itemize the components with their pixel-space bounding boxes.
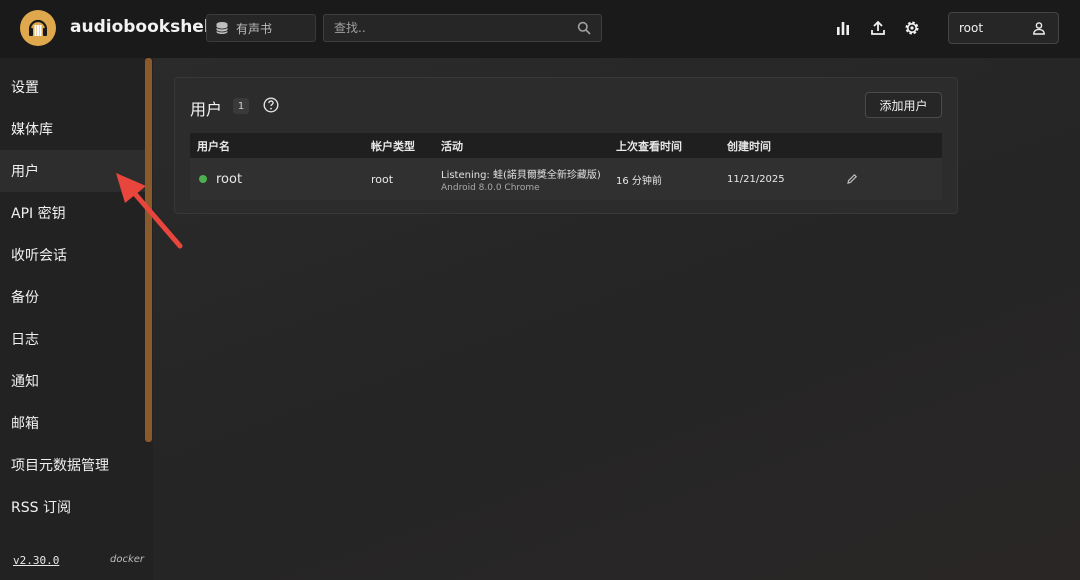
sidebar: 设置 媒体库 用户 API 密钥 收听会话 备份 日志 通知 邮箱 项目元数据管… bbox=[0, 58, 153, 580]
column-header-account-type[interactable]: 帐户类型 bbox=[371, 133, 415, 158]
column-header-created[interactable]: 创建时间 bbox=[727, 133, 771, 158]
last-seen: 16 分钟前 bbox=[616, 175, 662, 187]
account-type: root bbox=[371, 172, 394, 186]
username-cell: root bbox=[199, 158, 242, 200]
help-icon[interactable] bbox=[263, 97, 279, 113]
user-icon bbox=[1033, 22, 1045, 35]
page-title: 用户 bbox=[190, 100, 223, 119]
user-count-badge: 1 bbox=[233, 98, 249, 114]
sidebar-item-backups[interactable]: 备份 bbox=[0, 276, 145, 318]
library-select[interactable]: 有声书 bbox=[206, 14, 316, 42]
edit-pencil-icon[interactable] bbox=[846, 158, 858, 200]
users-table-header: 用户名 帐户类型 活动 上次查看时间 创建时间 bbox=[190, 133, 942, 158]
users-panel: 用户 1 添加用户 用户名 帐户类型 活动 上次查看时间 创建时间 root r… bbox=[174, 77, 958, 214]
stats-icon[interactable] bbox=[833, 18, 853, 38]
version-link[interactable]: v2.30.0 bbox=[13, 554, 59, 567]
sidebar-scrollbar[interactable] bbox=[145, 58, 152, 442]
sidebar-item-email[interactable]: 邮箱 bbox=[0, 402, 145, 444]
online-status-dot bbox=[199, 175, 207, 183]
column-header-username[interactable]: 用户名 bbox=[197, 133, 230, 158]
username: root bbox=[216, 171, 243, 187]
sidebar-item-listening-sessions[interactable]: 收听会话 bbox=[0, 234, 145, 276]
sidebar-item-settings[interactable]: 设置 bbox=[0, 66, 145, 108]
user-name: root bbox=[959, 21, 984, 35]
search-icon[interactable] bbox=[577, 21, 591, 35]
table-row[interactable]: root root Listening: 蛙(諾貝爾獎全新珍藏版) Androi… bbox=[190, 158, 942, 200]
sidebar-item-api-keys[interactable]: API 密钥 bbox=[0, 192, 145, 234]
activity-cell: Listening: 蛙(諾貝爾獎全新珍藏版) Android 8.0.0 Ch… bbox=[441, 158, 601, 200]
database-icon bbox=[216, 22, 228, 34]
activity-title: Listening: 蛙(諾貝爾獎全新珍藏版) bbox=[441, 169, 601, 181]
headphones-book-icon bbox=[28, 19, 48, 36]
column-header-last-seen[interactable]: 上次查看时间 bbox=[616, 133, 682, 158]
activity-device: Android 8.0.0 Chrome bbox=[441, 182, 540, 193]
sidebar-item-logs[interactable]: 日志 bbox=[0, 318, 145, 360]
settings-gear-icon[interactable] bbox=[902, 18, 922, 38]
upload-icon[interactable] bbox=[868, 18, 888, 38]
app-title[interactable]: audiobookshelf bbox=[70, 17, 217, 37]
user-menu-button[interactable]: root bbox=[948, 12, 1059, 44]
column-header-activity[interactable]: 活动 bbox=[441, 133, 463, 158]
app-logo[interactable] bbox=[20, 10, 56, 46]
library-select-label: 有声书 bbox=[236, 21, 273, 36]
created-date: 11/21/2025 bbox=[727, 173, 785, 185]
search-input[interactable] bbox=[334, 21, 577, 35]
sidebar-item-users[interactable]: 用户 bbox=[0, 150, 145, 192]
platform-label: docker bbox=[110, 554, 145, 565]
sidebar-item-libraries[interactable]: 媒体库 bbox=[0, 108, 145, 150]
sidebar-item-item-metadata[interactable]: 项目元数据管理 bbox=[0, 444, 145, 486]
search-box[interactable] bbox=[323, 14, 602, 42]
top-bar: audiobookshelf 有声书 查找.. root bbox=[0, 0, 1080, 58]
main-content: 用户 1 添加用户 用户名 帐户类型 活动 上次查看时间 创建时间 root r… bbox=[153, 58, 1080, 580]
sidebar-item-rss-feeds[interactable]: RSS 订阅 bbox=[0, 486, 145, 528]
add-user-button[interactable]: 添加用户 bbox=[865, 92, 942, 118]
sidebar-item-notifications[interactable]: 通知 bbox=[0, 360, 145, 402]
